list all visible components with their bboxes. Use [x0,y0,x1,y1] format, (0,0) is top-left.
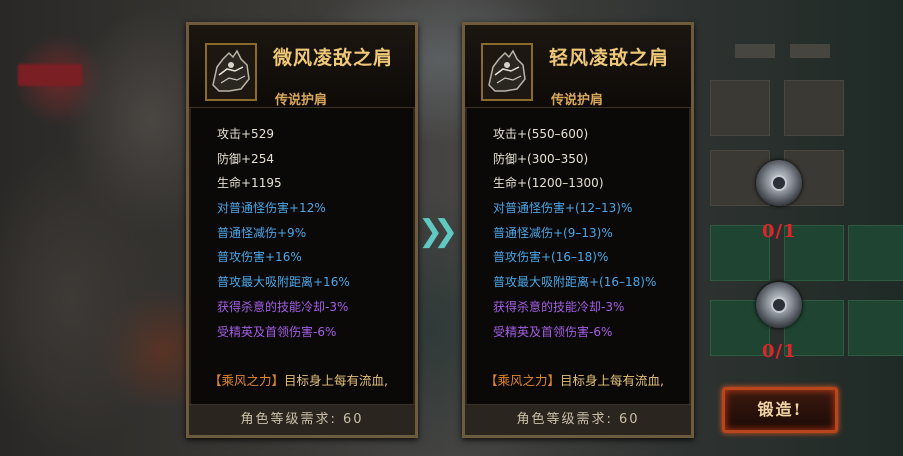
item-type: 传说护肩 [275,93,328,108]
inventory-slot [710,80,770,136]
level-requirement: 角色等级需求: 60 [189,404,415,435]
stat-line: 生命+(1200–1300) [493,176,604,191]
stat-line: 获得杀意的技能冷却-3% [217,299,349,314]
item-header: 微风凌敌之肩 传说护肩 [189,25,415,108]
stat-line: 普通怪减伤+9% [217,225,307,240]
stat-line: 对普通怪伤害+12% [217,201,326,216]
inventory-slot [784,80,844,136]
stat-line: 普通怪减伤+(9–13)% [493,225,613,240]
background-banner [18,64,82,86]
stat-list: 攻击+(550–600) 防御+(300–350) 生命+(1200–1300)… [493,122,656,344]
stat-line: 受精英及首领伤害-6% [493,324,613,339]
current-item-card: 微风凌敌之肩 传说护肩 攻击+529 防御+254 生命+1195 对普通怪伤害… [186,22,418,438]
forge-button[interactable]: 锻造! [722,387,838,433]
passive-description: 【乘风之力】目标身上每有流血, [209,370,388,389]
material-core [771,175,787,191]
core-material-icon[interactable] [756,282,802,328]
inventory-tab [790,44,830,58]
stat-line: 防御+(300–350) [493,151,589,166]
item-header: 轻风凌敌之肩 传说护肩 [465,25,691,108]
passive-text: 目标身上每有流血, [284,373,388,388]
stat-line: 普攻伤害+(16–18)% [493,250,609,265]
inventory-tab [735,44,775,58]
passive-text: 目标身上每有流血, [560,373,664,388]
material-core [771,297,787,313]
shoulder-armor-icon [481,43,533,101]
stat-line: 生命+1195 [217,176,282,191]
upgraded-item-card: 轻风凌敌之肩 传说护肩 攻击+(550–600) 防御+(300–350) 生命… [462,22,694,438]
stat-line: 受精英及首领伤害-6% [217,324,337,339]
inventory-slot [848,225,903,281]
passive-description: 【乘风之力】目标身上每有流血, [485,370,664,389]
stat-line: 普攻伤害+16% [217,250,302,265]
shoulder-armor-icon [205,43,257,101]
passive-name: 【乘风之力】 [485,373,561,388]
stat-line: 攻击+529 [217,127,274,141]
gear-material-icon[interactable] [756,160,802,206]
material-count: 0/1 [762,221,797,242]
item-name: 轻风凌敌之肩 [549,47,670,69]
stat-line: 对普通怪伤害+(12–13)% [493,201,633,216]
stat-line: 普攻最大吸附距离+(16–18)% [493,275,657,290]
stat-line: 防御+254 [217,151,274,166]
item-name: 微风凌敌之肩 [273,47,394,69]
stat-list: 攻击+529 防御+254 生命+1195 对普通怪伤害+12% 普通怪减伤+9… [217,122,350,344]
stat-line: 普攻最大吸附距离+16% [217,275,350,290]
stat-line: 获得杀意的技能冷却-3% [493,299,625,314]
stat-line: 攻击+(550–600) [493,127,589,141]
inventory-slot [710,225,770,281]
material-count: 0/1 [762,341,797,362]
inventory-slot [848,300,903,356]
passive-name: 【乘风之力】 [209,373,285,388]
item-type: 传说护肩 [551,93,604,108]
level-requirement: 角色等级需求: 60 [465,404,691,435]
upgrade-arrow-icon: ❯❯ [418,214,458,249]
